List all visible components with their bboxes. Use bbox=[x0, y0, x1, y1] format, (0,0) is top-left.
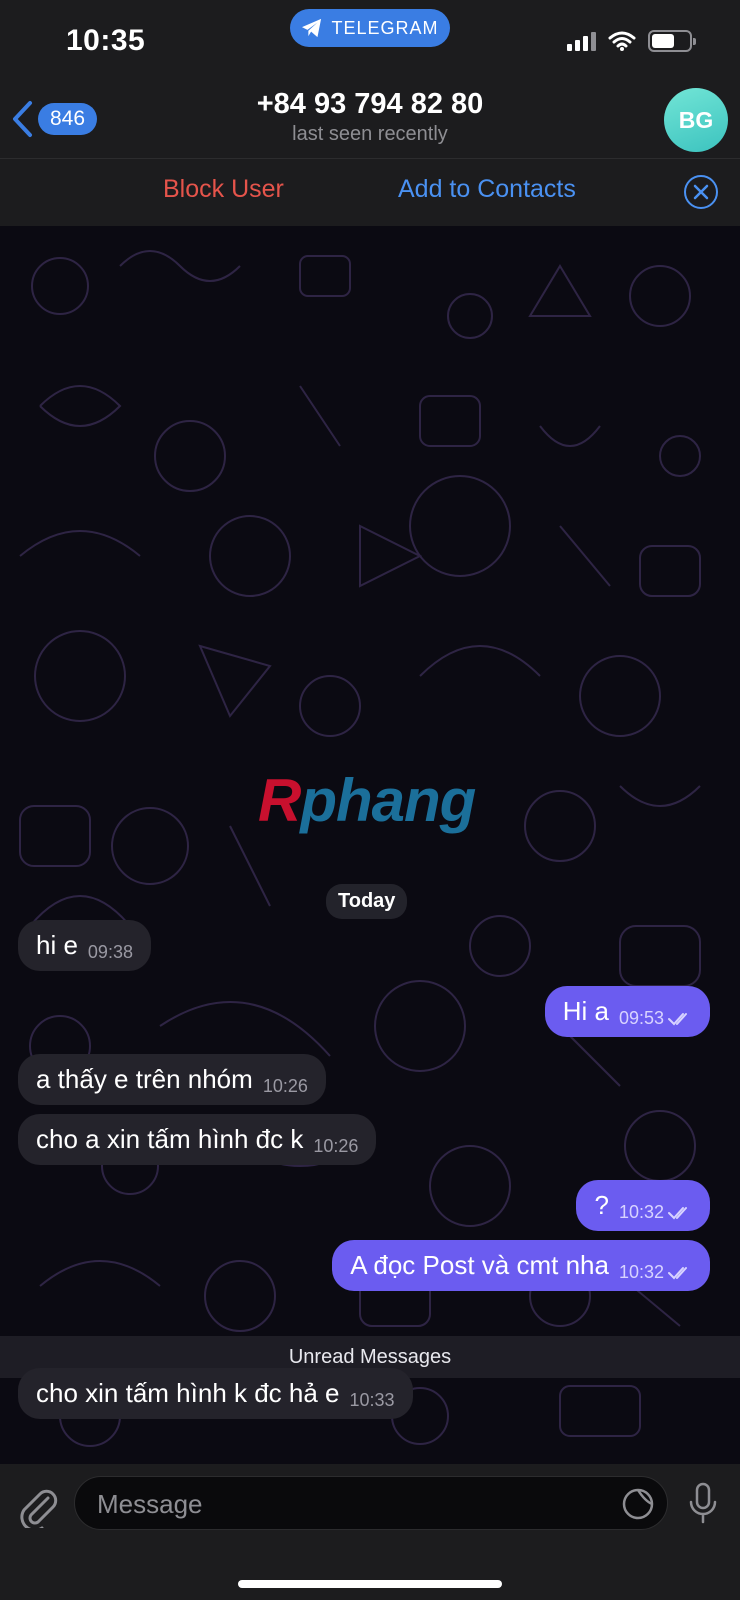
status-bar: 10:35 TELEGRAM bbox=[0, 0, 740, 86]
message-bubble-outgoing[interactable]: A đọc Post và cmt nha 10:32 bbox=[332, 1240, 710, 1291]
message-bubble-incoming[interactable]: hi e 09:38 bbox=[18, 920, 151, 971]
contact-action-bar: Block User Add to Contacts bbox=[0, 158, 740, 226]
voice-record-button[interactable] bbox=[688, 1482, 718, 1529]
dismiss-bar-button[interactable] bbox=[684, 175, 718, 209]
home-indicator bbox=[238, 1580, 502, 1588]
cell-signal-icon bbox=[567, 31, 596, 51]
message-input[interactable] bbox=[97, 1487, 577, 1521]
battery-icon bbox=[648, 30, 696, 52]
message-time: 10:32 bbox=[618, 1262, 664, 1282]
telegram-plane-icon bbox=[302, 18, 322, 38]
telegram-pill-label: TELEGRAM bbox=[331, 17, 439, 38]
message-bubble-incoming[interactable]: cho a xin tấm hình đc k 10:26 bbox=[18, 1114, 377, 1165]
avatar[interactable]: BG bbox=[664, 88, 728, 152]
telegram-pill[interactable]: TELEGRAM bbox=[290, 9, 450, 47]
sticker-button[interactable] bbox=[621, 1487, 655, 1526]
microphone-icon bbox=[689, 1482, 717, 1524]
attach-button[interactable] bbox=[18, 1484, 58, 1533]
message-bubble-incoming[interactable]: a thấy e trên nhóm 10:26 bbox=[18, 1054, 326, 1105]
message-time: 10:33 bbox=[349, 1390, 395, 1410]
message-text: a thấy e trên nhóm bbox=[36, 1064, 253, 1094]
message-text: ? bbox=[594, 1190, 609, 1220]
message-time: 10:26 bbox=[262, 1076, 308, 1096]
double-check-icon bbox=[668, 1266, 687, 1279]
message-text: cho a xin tấm hình đc k bbox=[36, 1124, 304, 1154]
message-time: 10:32 bbox=[618, 1202, 664, 1222]
watermark-part-b: phang bbox=[300, 767, 476, 834]
chat-subtitle: last seen recently bbox=[292, 123, 448, 145]
message-meta: 10:33 bbox=[350, 1390, 395, 1411]
message-meta: 09:53 bbox=[619, 1008, 692, 1029]
chat-area[interactable]: Rphang Today hi e 09:38 Hi a 09:53 a thấ… bbox=[0, 226, 740, 1464]
message-meta: 10:26 bbox=[263, 1076, 308, 1097]
message-text: A đọc Post và cmt nha bbox=[350, 1250, 609, 1280]
sticker-icon bbox=[622, 1488, 654, 1520]
message-meta: 09:38 bbox=[88, 942, 133, 963]
add-to-contacts-button[interactable]: Add to Contacts bbox=[398, 175, 576, 204]
message-text: hi e bbox=[36, 930, 78, 960]
message-bubble-outgoing[interactable]: Hi a 09:53 bbox=[544, 986, 710, 1037]
message-text: cho xin tấm hình k đc hả e bbox=[36, 1378, 340, 1408]
message-meta: 10:32 bbox=[619, 1202, 692, 1223]
watermark-logo: Rphang bbox=[258, 766, 476, 835]
date-separator: Today bbox=[326, 884, 408, 919]
status-time: 10:35 bbox=[66, 24, 146, 57]
message-field[interactable] bbox=[74, 1476, 668, 1530]
block-user-button[interactable]: Block User bbox=[163, 175, 284, 204]
system-icons bbox=[567, 30, 696, 52]
chat-title-area[interactable]: +84 93 794 82 80 last seen recently bbox=[0, 86, 740, 146]
double-check-icon bbox=[668, 1012, 687, 1025]
composer-bar bbox=[0, 1464, 740, 1600]
message-text: Hi a bbox=[562, 996, 609, 1026]
chevron-left-icon bbox=[13, 101, 32, 137]
wifi-icon bbox=[608, 31, 636, 51]
message-time: 10:26 bbox=[313, 1136, 359, 1156]
message-bubble-incoming[interactable]: cho xin tấm hình k đc hả e 10:33 bbox=[18, 1368, 413, 1419]
unread-count-badge: 846 bbox=[38, 103, 98, 135]
watermark-part-a: R bbox=[258, 767, 301, 834]
message-meta: 10:26 bbox=[313, 1136, 358, 1157]
double-check-icon bbox=[668, 1206, 687, 1219]
close-icon bbox=[693, 184, 709, 200]
message-bubble-outgoing[interactable]: ? 10:32 bbox=[576, 1180, 710, 1231]
message-meta: 10:32 bbox=[619, 1262, 692, 1283]
chat-header: +84 93 794 82 80 last seen recently 846 … bbox=[0, 86, 740, 158]
message-time: 09:38 bbox=[87, 942, 133, 962]
chat-title: +84 93 794 82 80 bbox=[256, 88, 484, 120]
message-time: 09:53 bbox=[618, 1008, 664, 1028]
paperclip-icon bbox=[20, 1489, 58, 1532]
back-button[interactable]: 846 bbox=[10, 100, 98, 138]
